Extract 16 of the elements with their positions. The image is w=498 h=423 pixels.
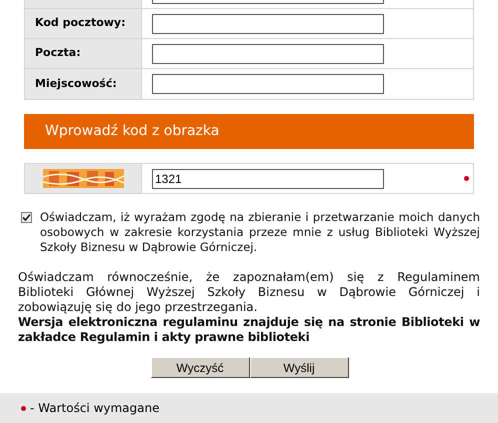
input-field[interactable]: 1321 [152, 168, 384, 188]
input-field[interactable] [152, 44, 384, 64]
field-label: Kod pocztowy: [35, 15, 126, 32]
field-label: Poczta: [35, 45, 81, 62]
consent-text: Oświadczam, iż wyrażam zgodę na zbieranie i przetwarzanie moich danych osobowych w zakresie korzystania przeze mnie z usług Biblioteki Wyższej Szkoły Biznesu w Dąbrowie Górniczej. [40, 210, 480, 255]
form-button[interactable]: Wyślij [250, 357, 348, 378]
legend-text: - Wartości wymagane [30, 400, 160, 417]
input-field[interactable] [152, 74, 384, 94]
field-label: Miejscowość: [35, 76, 117, 92]
section-header: Wprowadź kod z obrazka [24, 114, 474, 149]
input-field[interactable] [152, 0, 384, 4]
consent-checkbox[interactable] [21, 212, 32, 223]
regulation-note: Wersja elektroniczna regulaminu znajduje się na stronie Biblioteki w zakładce Regulamin i akty prawne biblioteki [18, 315, 480, 345]
input-field[interactable] [152, 14, 384, 34]
form-button[interactable]: Wyczyść [150, 357, 250, 378]
statement-text: Oświadczam równocześnie, że zapoznałam(em) się z Regulaminem Biblioteki Głównej Wyższej Szkoły Biznesu w Dąbrowie Górniczej i zobowiązuję się do jego przestrzegania. [18, 270, 480, 315]
